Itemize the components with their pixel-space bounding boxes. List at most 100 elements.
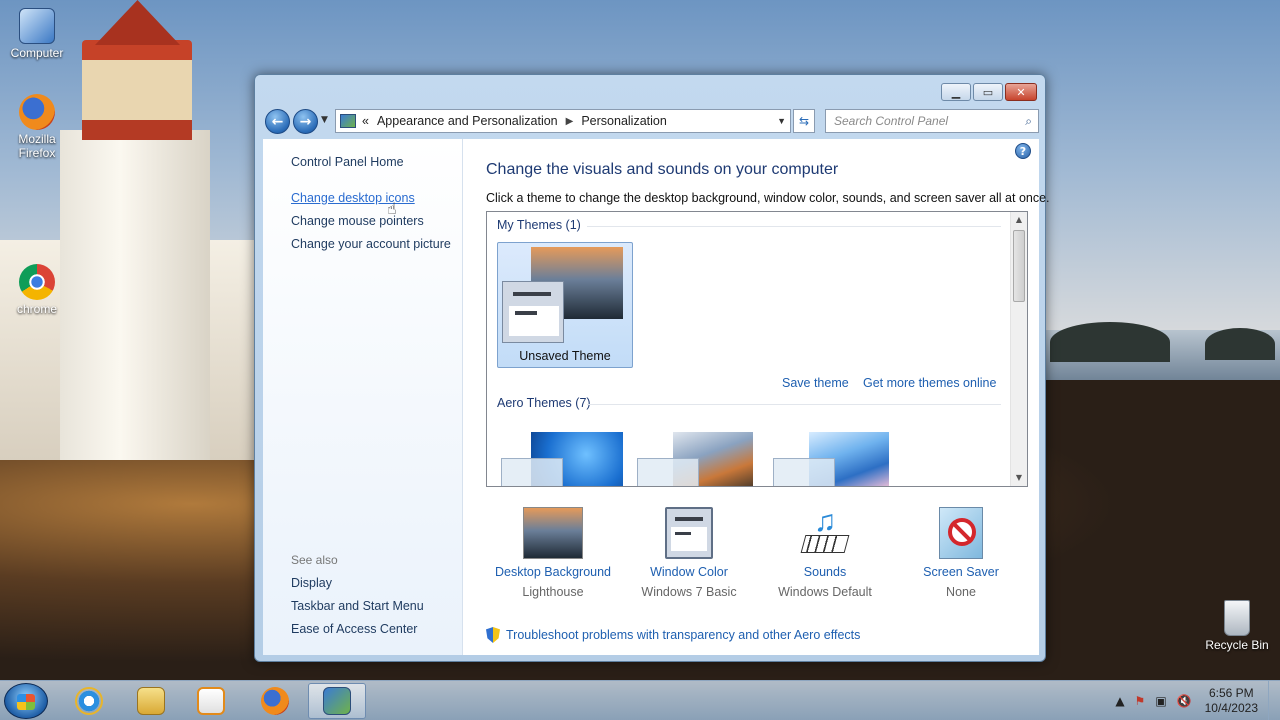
network-icon[interactable]: ▣ bbox=[1155, 694, 1166, 708]
wallpaper-island bbox=[1205, 328, 1275, 360]
screen-saver-setting[interactable]: Screen Saver None bbox=[891, 503, 1031, 599]
group-divider bbox=[587, 226, 1001, 227]
taskbar-explorer[interactable] bbox=[122, 683, 180, 719]
search-input[interactable]: Search Control Panel ⌕ bbox=[825, 109, 1039, 133]
window-color-icon bbox=[665, 507, 713, 559]
change-mouse-pointers-link[interactable]: Change mouse pointers bbox=[291, 214, 424, 228]
theme-list[interactable]: My Themes (1) Unsaved Theme Save theme G… bbox=[486, 211, 1028, 487]
start-button[interactable] bbox=[4, 683, 48, 719]
scroll-down-icon[interactable]: ▼ bbox=[1011, 470, 1027, 486]
show-hidden-icons-icon[interactable]: ▲ bbox=[1115, 694, 1124, 708]
troubleshoot-link[interactable]: Troubleshoot problems with transparency … bbox=[486, 627, 860, 643]
shield-icon bbox=[486, 627, 500, 643]
aero-theme-windows7[interactable] bbox=[497, 430, 627, 486]
taskbar-control-panel[interactable] bbox=[308, 683, 366, 719]
taskbar-start-menu-link[interactable]: Taskbar and Start Menu bbox=[291, 599, 424, 613]
firefox-icon bbox=[261, 687, 289, 715]
taskbar: ▲ ⚑ ▣ 🔇 6:56 PM 10/4/2023 bbox=[0, 680, 1280, 720]
caption-buttons: ▁ ▭ ✕ bbox=[941, 83, 1037, 101]
desktop-background-icon bbox=[523, 507, 583, 559]
get-more-themes-link[interactable]: Get more themes online bbox=[863, 376, 996, 390]
control-panel-icon bbox=[340, 114, 356, 128]
setting-name[interactable]: Sounds bbox=[755, 565, 895, 579]
screen-saver-icon bbox=[939, 507, 983, 559]
clock[interactable]: 6:56 PM 10/4/2023 bbox=[1205, 686, 1258, 716]
troubleshoot-label[interactable]: Troubleshoot problems with transparency … bbox=[506, 628, 860, 642]
firefox-icon bbox=[19, 94, 55, 130]
refresh-button[interactable]: ⇆ bbox=[793, 109, 815, 133]
desktop-icon-computer[interactable]: Computer bbox=[2, 8, 72, 60]
see-also-heading: See also bbox=[291, 553, 338, 567]
sounds-setting[interactable]: ♫ Sounds Windows Default bbox=[755, 503, 895, 600]
forward-arrow-icon: → bbox=[299, 113, 312, 130]
show-desktop-button[interactable] bbox=[1268, 681, 1280, 720]
my-themes-label: My Themes (1) bbox=[497, 218, 581, 232]
mouse-cursor-hand-icon: ☝ bbox=[387, 199, 397, 218]
recent-pages-dropdown[interactable]: ▼ bbox=[321, 115, 328, 125]
volume-muted-icon[interactable]: 🔇 bbox=[1177, 694, 1192, 708]
personalization-window: ▁ ▭ ✕ ← → ▼ « Appearance and Personaliza… bbox=[254, 74, 1050, 662]
save-theme-link[interactable]: Save theme bbox=[782, 376, 849, 390]
aero-theme-characters[interactable] bbox=[769, 430, 899, 486]
aero-theme-architecture[interactable] bbox=[633, 430, 763, 486]
search-placeholder: Search Control Panel bbox=[834, 114, 949, 128]
clock-date: 10/4/2023 bbox=[1204, 701, 1258, 715]
help-button[interactable]: ? bbox=[1015, 143, 1031, 159]
theme-window-preview bbox=[502, 281, 564, 343]
setting-value: Lighthouse bbox=[522, 585, 584, 599]
taskbar-firefox[interactable] bbox=[246, 683, 304, 719]
close-icon: ✕ bbox=[1016, 85, 1026, 99]
back-arrow-icon: ← bbox=[271, 113, 284, 130]
scroll-up-icon[interactable]: ▲ bbox=[1011, 212, 1027, 228]
taskbar-ie[interactable] bbox=[60, 683, 118, 719]
chevron-down-icon: ▼ bbox=[321, 115, 328, 125]
change-account-picture-link[interactable]: Change your account picture bbox=[291, 237, 451, 251]
control-panel-home-link[interactable]: Control Panel Home bbox=[291, 155, 404, 169]
back-button[interactable]: ← bbox=[265, 109, 290, 134]
scroll-thumb[interactable] bbox=[1013, 230, 1025, 302]
ease-of-access-link[interactable]: Ease of Access Center bbox=[291, 622, 417, 636]
address-bar[interactable]: « Appearance and Personalization ▶ Perso… bbox=[335, 109, 791, 133]
recycle-bin-icon bbox=[1224, 600, 1250, 636]
help-icon: ? bbox=[1019, 144, 1027, 158]
wallpaper-lighthouse bbox=[0, 0, 260, 460]
setting-value: Windows 7 Basic bbox=[641, 585, 737, 599]
system-tray: ▲ ⚑ ▣ 🔇 6:56 PM 10/4/2023 bbox=[1110, 681, 1280, 720]
media-player-icon bbox=[197, 687, 225, 715]
breadcrumb-overflow[interactable]: « bbox=[362, 114, 369, 128]
wallpaper-island bbox=[1050, 322, 1170, 362]
theme-tile-unsaved[interactable]: Unsaved Theme bbox=[497, 242, 633, 368]
desktop-icon-firefox[interactable]: Mozilla Firefox bbox=[2, 94, 72, 160]
main-content: ? Change the visuals and sounds on your … bbox=[463, 139, 1050, 655]
desktop-icon-recycle-bin[interactable]: Recycle Bin bbox=[1202, 600, 1272, 652]
navigation-bar: ← → ▼ « Appearance and Personalization ▶… bbox=[263, 107, 1039, 135]
window-color-setting[interactable]: Window Color Windows 7 Basic bbox=[619, 503, 759, 599]
display-link[interactable]: Display bbox=[291, 576, 332, 590]
setting-name[interactable]: Screen Saver bbox=[891, 565, 1031, 579]
address-dropdown-icon[interactable]: ▼ bbox=[777, 116, 786, 126]
minimize-button[interactable]: ▁ bbox=[941, 83, 971, 101]
clock-time: 6:56 PM bbox=[1208, 686, 1254, 700]
internet-explorer-icon bbox=[75, 687, 103, 715]
chrome-icon bbox=[19, 264, 55, 300]
page-subtitle: Click a theme to change the desktop back… bbox=[486, 191, 1050, 205]
breadcrumb-appearance[interactable]: Appearance and Personalization bbox=[377, 114, 558, 128]
close-button[interactable]: ✕ bbox=[1005, 83, 1037, 101]
taskbar-media-player[interactable] bbox=[182, 683, 240, 719]
setting-name[interactable]: Window Color bbox=[619, 565, 759, 579]
desktop-icon-chrome[interactable]: chrome bbox=[2, 264, 72, 316]
group-divider bbox=[587, 404, 1001, 405]
search-icon[interactable]: ⌕ bbox=[1025, 114, 1032, 129]
breadcrumb-separator-icon[interactable]: ▶ bbox=[566, 116, 574, 127]
theme-list-scrollbar[interactable]: ▲ ▼ bbox=[1010, 212, 1027, 486]
breadcrumb-personalization[interactable]: Personalization bbox=[581, 114, 666, 128]
setting-name[interactable]: Desktop Background bbox=[483, 565, 623, 579]
action-center-flag-icon[interactable]: ⚑ bbox=[1135, 694, 1146, 708]
desktop-background-setting[interactable]: Desktop Background Lighthouse bbox=[483, 503, 623, 599]
task-pane: Control Panel Home Change desktop icons … bbox=[263, 139, 463, 655]
forward-button[interactable]: → bbox=[293, 109, 318, 134]
aero-themes-label: Aero Themes (7) bbox=[497, 396, 591, 410]
maximize-button[interactable]: ▭ bbox=[973, 83, 1003, 101]
refresh-icon: ⇆ bbox=[798, 114, 810, 128]
maximize-icon: ▭ bbox=[982, 85, 994, 99]
